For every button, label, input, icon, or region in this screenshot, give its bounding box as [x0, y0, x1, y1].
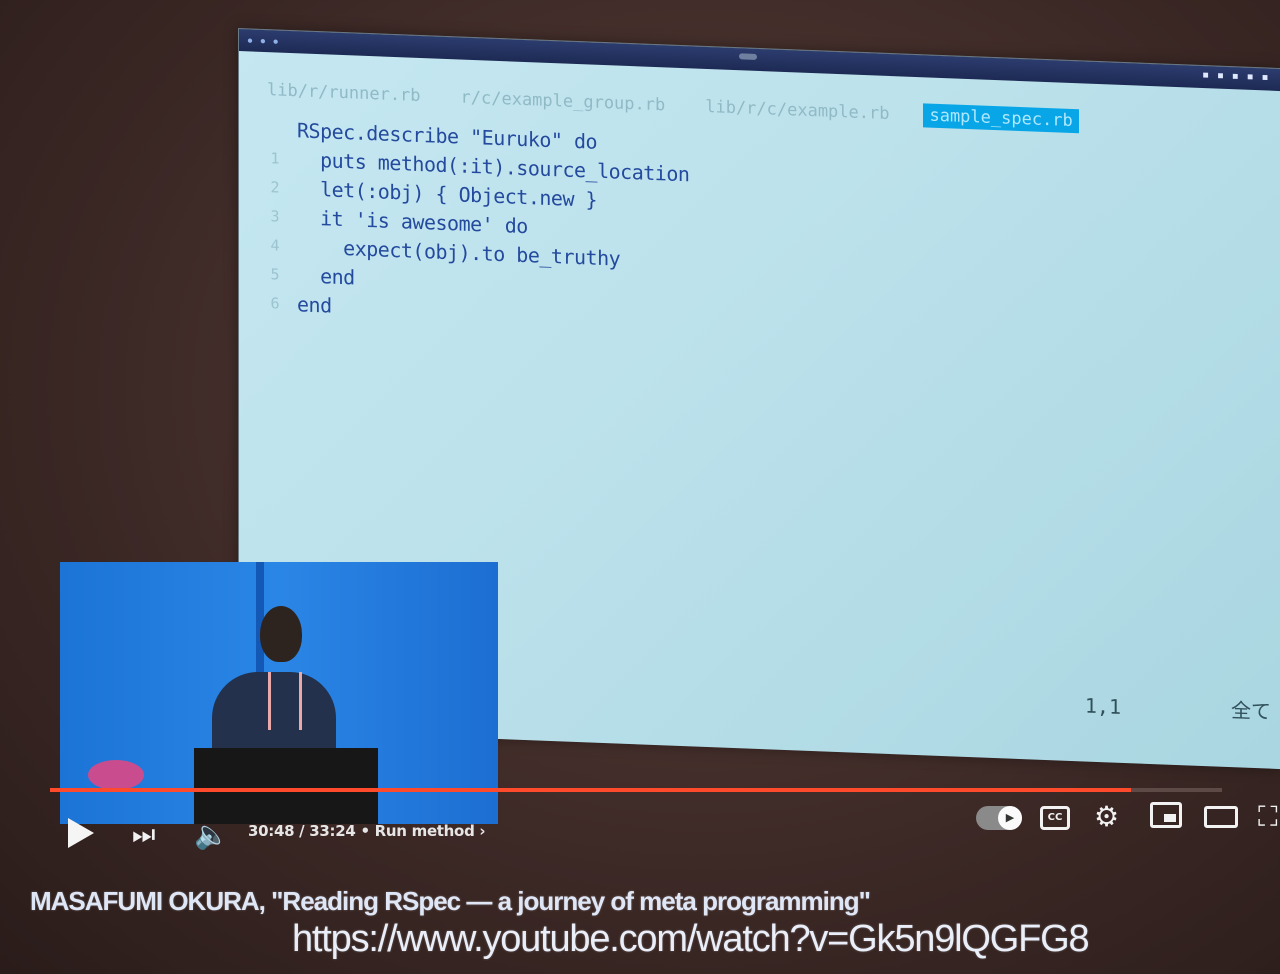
play-button[interactable] [68, 818, 94, 848]
window-controls-icon[interactable]: ● ● ● [247, 35, 281, 47]
tab-sample-spec[interactable]: sample_spec.rb [923, 103, 1079, 134]
volume-icon[interactable]: 🔈 [194, 818, 229, 851]
tab-runner[interactable]: lib/r/runner.rb [261, 78, 427, 108]
code-text: end [297, 291, 332, 318]
system-tray-icons: ■ ■ ■ ■ ■ [1202, 70, 1271, 84]
line-number [253, 128, 297, 130]
autoplay-toggle[interactable]: ▶ [976, 806, 1022, 830]
autoplay-play-icon: ▶ [998, 806, 1022, 830]
speaker-lanyard [268, 672, 302, 730]
podium [194, 748, 378, 824]
theater-mode-button[interactable] [1204, 806, 1238, 828]
talk-title: MASAFUMI OKURA, "Reading RSpec — a journ… [30, 886, 871, 916]
miniplayer-button[interactable] [1150, 802, 1182, 828]
cursor-position: 1,1 [1084, 693, 1121, 719]
fullscreen-icon[interactable]: ⛶ [1258, 800, 1278, 834]
line-number: 3 [270, 206, 280, 226]
speaker-video-inset [60, 562, 498, 824]
captions-button[interactable]: CC [1040, 806, 1070, 830]
os-title-bar: ● ● ● ■ ■ ■ ■ ■ [239, 29, 1280, 92]
elapsed-duration: 30:48 / 33:24 [248, 822, 356, 840]
tab-example-group[interactable]: r/c/example_group.rb [455, 85, 672, 117]
scroll-position: 全て [1231, 698, 1271, 724]
video-progress-fill [50, 788, 1131, 792]
line-number: 5 [270, 264, 280, 284]
video-progress-bar[interactable] [50, 788, 1222, 792]
line-number: 6 [270, 293, 280, 313]
chapter-label[interactable]: • Run method › [360, 822, 485, 840]
tab-example[interactable]: lib/r/c/example.rb [699, 95, 895, 127]
code-text: end [297, 262, 355, 289]
line-number: 4 [270, 235, 280, 255]
flower-decoration [88, 760, 144, 790]
code-area[interactable]: RSpec.describe "Euruko" do 1 puts method… [253, 114, 689, 334]
next-button[interactable]: ⏭ [132, 820, 155, 851]
line-number: 2 [270, 177, 280, 197]
time-display: 30:48 / 33:24 • Run method › [248, 822, 486, 840]
line-number: 1 [270, 148, 280, 168]
settings-gear-icon[interactable]: ⚙ [1094, 800, 1119, 833]
speaker-head [260, 606, 302, 662]
video-url: https://www.youtube.com/watch?v=Gk5n9lQG… [292, 918, 1090, 960]
title-bar-handle [739, 53, 758, 60]
